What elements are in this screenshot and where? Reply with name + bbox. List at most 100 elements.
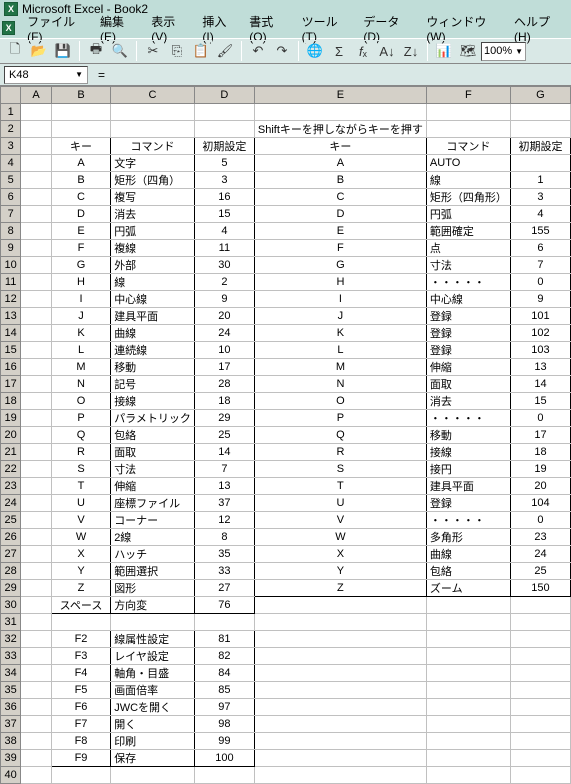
- cell[interactable]: [510, 121, 570, 138]
- cell[interactable]: 0: [510, 410, 570, 427]
- cell[interactable]: 9: [510, 291, 570, 308]
- cell[interactable]: E: [254, 223, 426, 240]
- row-header[interactable]: 22: [1, 461, 21, 478]
- cell[interactable]: 81: [194, 631, 254, 648]
- row-header[interactable]: 25: [1, 512, 21, 529]
- cell[interactable]: 消去: [111, 206, 195, 223]
- redo-icon[interactable]: ↷: [271, 40, 293, 62]
- cell[interactable]: 3: [510, 189, 570, 206]
- cell[interactable]: 150: [510, 580, 570, 597]
- cell[interactable]: 14: [194, 444, 254, 461]
- cell[interactable]: コマンド: [111, 138, 195, 155]
- row-header[interactable]: 7: [1, 206, 21, 223]
- cell[interactable]: 初期設定: [194, 138, 254, 155]
- cell[interactable]: F: [51, 240, 110, 257]
- row-header[interactable]: 18: [1, 393, 21, 410]
- cell[interactable]: [111, 614, 195, 631]
- cell[interactable]: 面取: [426, 376, 510, 393]
- cell[interactable]: [21, 325, 52, 342]
- preview-icon[interactable]: 🔍: [109, 40, 131, 62]
- cell[interactable]: 接円: [426, 461, 510, 478]
- cell[interactable]: B: [51, 172, 110, 189]
- cell[interactable]: 連続線: [111, 342, 195, 359]
- cell[interactable]: [21, 359, 52, 376]
- row-header[interactable]: 40: [1, 767, 21, 784]
- cell[interactable]: 移動: [111, 359, 195, 376]
- cell[interactable]: 0: [510, 512, 570, 529]
- cell[interactable]: [21, 512, 52, 529]
- cell[interactable]: 20: [194, 308, 254, 325]
- cell[interactable]: 7: [510, 257, 570, 274]
- cell[interactable]: C: [254, 189, 426, 206]
- cell[interactable]: [426, 614, 510, 631]
- cell[interactable]: [21, 291, 52, 308]
- sort-asc-icon[interactable]: A↓: [376, 40, 398, 62]
- cell[interactable]: [194, 104, 254, 121]
- cell[interactable]: 82: [194, 648, 254, 665]
- col-header[interactable]: A: [21, 87, 52, 104]
- cell[interactable]: 4: [194, 223, 254, 240]
- cell[interactable]: Y: [51, 563, 110, 580]
- cell[interactable]: [426, 648, 510, 665]
- cell[interactable]: [21, 308, 52, 325]
- cell[interactable]: 寸法: [111, 461, 195, 478]
- cell[interactable]: 2線: [111, 529, 195, 546]
- cell[interactable]: 10: [194, 342, 254, 359]
- cell[interactable]: X: [254, 546, 426, 563]
- cell[interactable]: ・・・・・: [426, 512, 510, 529]
- cell[interactable]: 28: [194, 376, 254, 393]
- cell[interactable]: 点: [426, 240, 510, 257]
- row-header[interactable]: 2: [1, 121, 21, 138]
- cell[interactable]: [21, 580, 52, 597]
- cell[interactable]: 開く: [111, 716, 195, 733]
- cell[interactable]: 登録: [426, 308, 510, 325]
- cell[interactable]: [254, 733, 426, 750]
- format-painter-icon[interactable]: 🖌: [214, 40, 236, 62]
- cell[interactable]: P: [254, 410, 426, 427]
- cell[interactable]: [426, 699, 510, 716]
- cell[interactable]: [254, 597, 426, 614]
- cell[interactable]: 接線: [111, 393, 195, 410]
- cell[interactable]: 25: [510, 563, 570, 580]
- cell[interactable]: [254, 767, 426, 784]
- cell[interactable]: ハッチ: [111, 546, 195, 563]
- cell[interactable]: 矩形（四角）: [111, 172, 195, 189]
- col-header[interactable]: E: [254, 87, 426, 104]
- cell[interactable]: [510, 733, 570, 750]
- cell[interactable]: [51, 767, 110, 784]
- cell[interactable]: Y: [254, 563, 426, 580]
- cell[interactable]: [510, 631, 570, 648]
- row-header[interactable]: 24: [1, 495, 21, 512]
- cell[interactable]: [21, 155, 52, 172]
- cell[interactable]: 建具平面: [111, 308, 195, 325]
- cell[interactable]: T: [51, 478, 110, 495]
- cell[interactable]: [426, 733, 510, 750]
- cell[interactable]: パラメトリック: [111, 410, 195, 427]
- cell[interactable]: 座標ファイル: [111, 495, 195, 512]
- cell[interactable]: V: [51, 512, 110, 529]
- cell[interactable]: [510, 597, 570, 614]
- cell[interactable]: O: [51, 393, 110, 410]
- cell[interactable]: [510, 699, 570, 716]
- cell[interactable]: 画面倍率: [111, 682, 195, 699]
- cell[interactable]: [51, 614, 110, 631]
- paste-icon[interactable]: 📋: [190, 40, 212, 62]
- cell[interactable]: [426, 767, 510, 784]
- cell[interactable]: [21, 393, 52, 410]
- row-header[interactable]: 8: [1, 223, 21, 240]
- cell[interactable]: V: [254, 512, 426, 529]
- row-header[interactable]: 10: [1, 257, 21, 274]
- cell[interactable]: 複写: [111, 189, 195, 206]
- cut-icon[interactable]: ✂: [142, 40, 164, 62]
- cell[interactable]: 線: [426, 172, 510, 189]
- formula-equals[interactable]: =: [92, 68, 111, 82]
- cell[interactable]: U: [51, 495, 110, 512]
- cell[interactable]: [21, 104, 52, 121]
- cell[interactable]: 11: [194, 240, 254, 257]
- cell[interactable]: [21, 376, 52, 393]
- cell[interactable]: [21, 631, 52, 648]
- cell[interactable]: [426, 665, 510, 682]
- cell[interactable]: レイヤ設定: [111, 648, 195, 665]
- cell[interactable]: [21, 206, 52, 223]
- cell[interactable]: [254, 614, 426, 631]
